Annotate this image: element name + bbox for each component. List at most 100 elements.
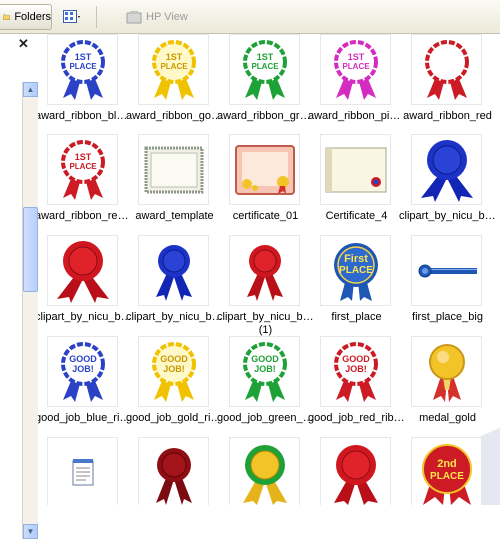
badge-second-text: 2nd [437,458,457,470]
file-thumbnail [138,235,209,306]
ribbon-award-icon: 1STPLACE [60,39,105,100]
file-name-label: clipart_by_nicu_bucule... [399,210,496,222]
file-name-label: good_job_blue_ribbon [38,412,132,424]
views-button[interactable] [58,4,86,30]
file-item[interactable]: Certificate_4 [311,134,402,232]
file-name-label: good_job_red_ribbon [308,412,405,424]
file-thumbnail [229,437,300,505]
file-thumbnail [229,235,300,306]
ribbon-award-icon [424,39,469,100]
badge-good-text: GOOD [69,354,97,364]
file-thumbnail [229,134,300,205]
file-name-label: clipart_by_nicu_bucule... [38,311,132,323]
file-item[interactable]: clipart_by_nicu_bucule... (1) [217,235,314,336]
second-place-badge-icon: 2ndPLACE [421,443,472,505]
scrollbar-thumb[interactable] [23,207,38,292]
badge-job-text: JOB! [254,364,276,374]
file-name-label: award_template [135,210,214,222]
hp-view-button[interactable]: HP View [126,4,206,30]
file-item[interactable] [129,437,220,505]
file-item[interactable] [220,437,311,505]
file-item[interactable]: award_ribbon_red [402,34,493,132]
notepad-file-icon [72,458,93,485]
file-thumbnail: 1ST PLACE [47,34,118,105]
close-icon[interactable]: ✕ [18,36,29,52]
scroll-down-arrow-icon[interactable]: ▼ [23,524,38,539]
toolbar: Folders HP View [0,0,500,34]
file-name-label: medal_gold [419,412,476,424]
file-name-label: first_place_big [412,311,483,323]
file-item[interactable] [311,437,402,505]
file-item[interactable]: 1STPLACE award_ribbon_pink_1st [308,34,405,132]
badge-good-text: GOOD [342,354,370,364]
folder-icon [3,14,11,20]
award-template-icon [144,146,203,193]
file-item[interactable]: medal_gold [402,336,493,434]
badge-place-text: PLACE [69,162,97,171]
scroll-up-arrow-icon[interactable]: ▲ [23,82,38,97]
file-item[interactable]: First PLACE first_place [311,235,402,333]
file-name-label: clipart_by_nicu_bucule... [126,311,223,323]
file-item[interactable]: 1STPLACE award_ribbon_green_1st [217,34,314,132]
badge-first-text: First [344,253,368,265]
badge-first-text: 1ST [347,52,364,62]
file-thumbnail [411,34,482,105]
good-job-ribbon-icon: GOODJOB! [242,341,287,402]
file-thumbnail: 1ST PLACE [47,134,118,205]
badge-job-text: JOB! [72,364,94,374]
folders-label: Folders [14,11,51,23]
file-thumbnail: First PLACE [320,235,391,306]
file-item[interactable]: certificate_01 [220,134,311,232]
file-name-suffix: (1) [258,324,273,336]
file-thumbnail: 1ST PLACE [138,34,209,105]
file-item[interactable]: award_template [129,134,220,232]
file-name-label: award_ribbon_pink_1st [308,110,405,122]
file-item[interactable]: GOOD JOB! good_job_red_ribbon [308,336,405,434]
file-thumbnail [138,134,209,205]
badge-first-text: 1ST [165,52,182,62]
file-thumbnail: GOOD JOB! [47,336,118,407]
badge-job-text: JOB! [163,364,185,374]
file-item[interactable]: 1STPLACE award_ribbon_red_1st [38,134,132,232]
file-item[interactable]: GOODJOB! good_job_gold_ribbon [126,336,223,434]
vertical-scrollbar[interactable]: ▲ ▼ [22,82,38,539]
file-item[interactable]: clipart_by_nicu_bucule... [126,235,223,333]
badge-good-text: GOOD [160,354,188,364]
badge-good-text: GOOD [251,354,279,364]
file-item[interactable]: 1STPLACE award_ribbon_blue_1st [38,34,132,132]
file-item[interactable] [38,437,129,505]
first-place-badge-icon: FirstPLACE [333,242,378,301]
good-job-ribbon-icon: GOODJOB! [60,341,105,402]
file-thumbnail [47,437,118,505]
file-thumbnail [411,336,482,407]
first-place-banner-icon [418,264,477,277]
file-item[interactable]: first_place_big [402,235,493,333]
file-name-label: award_ribbon_red [403,110,492,122]
badge-place-text: PLACE [342,62,370,71]
file-name-label: award_ribbon_green_1st [217,110,314,122]
file-item[interactable]: 1STPLACE award_ribbon_gold_1st [126,34,223,132]
badge-place-text: PLACE [430,471,464,482]
badge-place-text: PLACE [160,62,188,71]
badge-job-text: JOB! [345,364,367,374]
file-item[interactable]: clipart_by_nicu_bucule... [399,134,496,232]
file-thumbnail [411,134,482,205]
badge-place-text: PLACE [69,62,97,71]
file-item[interactable]: GOODJOB! good_job_green_ribbon [217,336,314,434]
file-thumbnail [320,437,391,505]
file-item[interactable]: GOODJOB! good_job_blue_ribbon [38,336,132,434]
ribbon-award-icon: 1STPLACE [333,39,378,100]
thumbnail-grid: 1STPLACE award_ribbon_blue_1st 1STPLACE … [38,34,500,505]
folders-button[interactable]: Folders [0,4,52,30]
badge-first-text: 1ST [74,52,91,62]
file-name-label: first_place [331,311,382,323]
file-thumbnail: GOOD JOB! [320,336,391,407]
ribbon-rosette-icon [155,447,192,505]
certificate-icon [325,147,386,192]
file-item[interactable]: clipart_by_nicu_bucule... [38,235,132,333]
file-item[interactable]: 2nd PLACE [402,437,493,505]
file-thumbnail [138,437,209,505]
ribbon-rosette-icon [155,244,192,301]
ribbon-award-icon: 1STPLACE [151,39,196,100]
hp-view-label: HP View [146,11,188,23]
